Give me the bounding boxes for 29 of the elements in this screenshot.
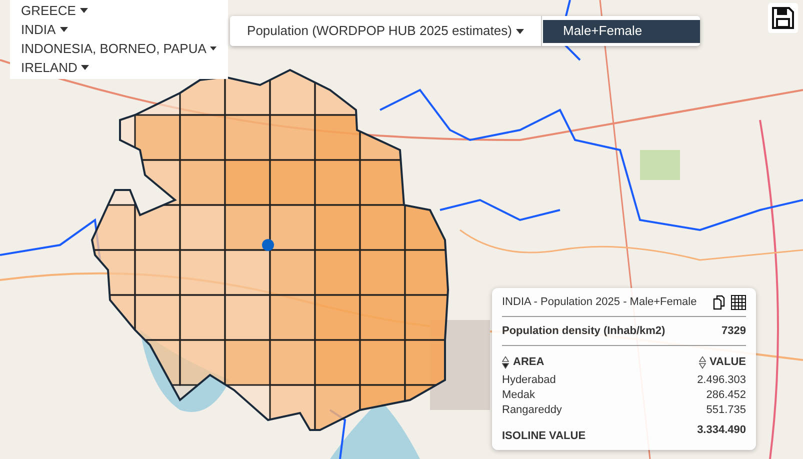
country-item[interactable]: IRELAND: [21, 58, 217, 77]
caret-icon: [80, 8, 88, 13]
total-label: ISOLINE VALUE: [502, 428, 586, 444]
copy-icon[interactable]: [713, 294, 725, 310]
area-cell: Hyderabad: [502, 372, 556, 388]
gender-option[interactable]: Male+Female: [543, 20, 700, 42]
total-value: 3.334.490: [697, 422, 746, 438]
column-header[interactable]: AREA: [513, 354, 544, 370]
column-header[interactable]: VALUE: [710, 354, 746, 370]
caret-icon: [210, 46, 217, 51]
density-value: 7329: [722, 324, 746, 338]
grid-icon[interactable]: [731, 294, 746, 310]
area-cell: Rangareddy: [502, 402, 562, 418]
caret-icon: [60, 27, 68, 32]
country-item[interactable]: INDONESIA, BORNEO, PAPUA: [21, 39, 217, 58]
sort-icon[interactable]: [698, 356, 706, 369]
density-label: Population density (Inhab/km2): [502, 324, 666, 338]
sort-icon[interactable]: [502, 356, 509, 369]
caret-icon: [81, 65, 90, 70]
panel-title: INDIA - Population 2025 - Male+Female: [502, 295, 697, 310]
value-cell: 286.452: [706, 388, 746, 402]
country-item[interactable]: GREECE: [21, 1, 217, 20]
value-cell: 2.496.303: [697, 372, 746, 388]
layer-dropdown[interactable]: Population (WORDPOP HUB 2025 estimates): [230, 16, 542, 46]
save-icon[interactable]: [768, 3, 798, 33]
value-cell: 551.735: [706, 402, 746, 418]
caret-icon: [516, 28, 524, 34]
area-cell: Medak: [502, 388, 536, 402]
country-item[interactable]: INDIA: [21, 20, 217, 39]
